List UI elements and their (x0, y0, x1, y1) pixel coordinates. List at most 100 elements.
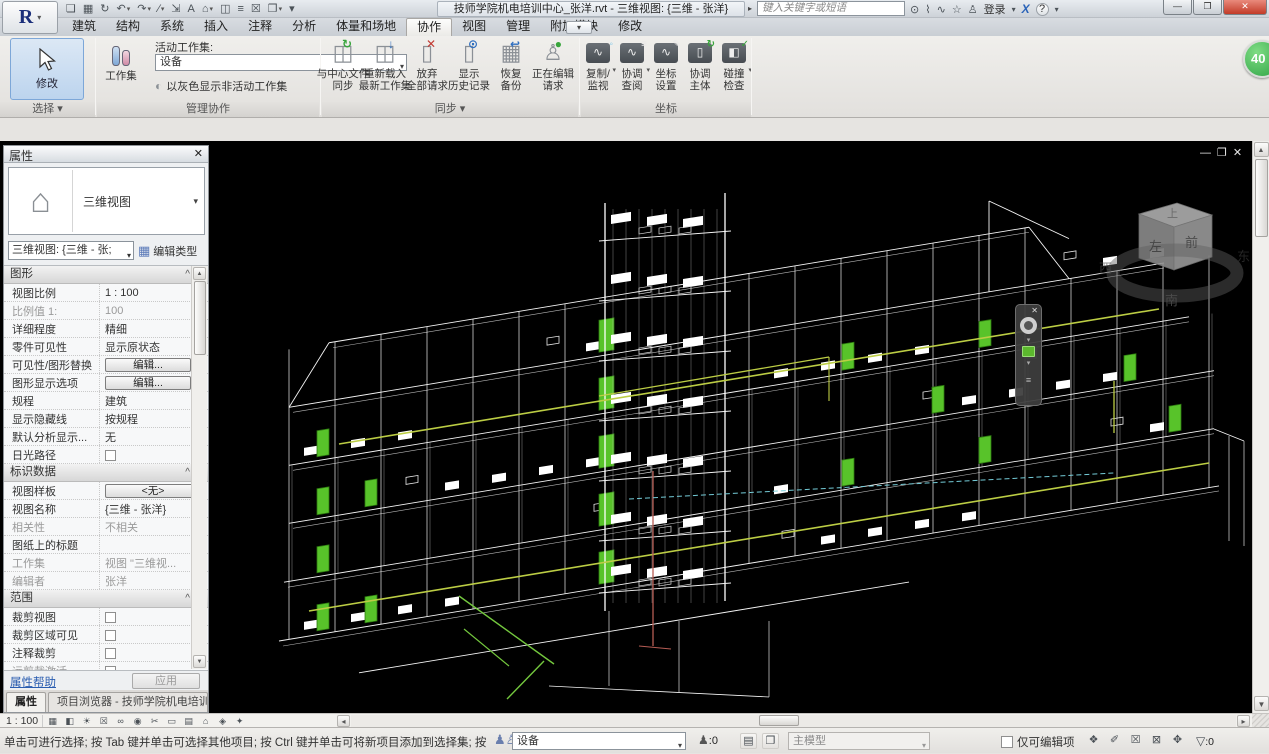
group-header-extents[interactable]: 范围^ (4, 590, 208, 608)
ribbon-tab[interactable]: 结构 (106, 18, 150, 36)
ribbon-display-toggle[interactable]: ▾ (566, 21, 592, 34)
close-hidden-windows-icon[interactable]: ☒ (249, 1, 263, 17)
navbar-menu-icon[interactable]: ≡ (1026, 375, 1031, 385)
worksets-button[interactable]: 工作集 (97, 36, 145, 83)
deselect-pinned-icon[interactable]: ⊠ (1148, 733, 1165, 749)
default-3d-view-icon[interactable]: ⌂▾ (200, 1, 215, 17)
zoom-tool-icon[interactable] (1022, 346, 1035, 357)
restore-backup-button[interactable]: ▦↩ 恢复 备份 (490, 36, 532, 92)
exchange-apps-icon[interactable]: X (1022, 2, 1030, 16)
thin-lines-icon[interactable]: ≡ (235, 1, 245, 17)
undo-icon[interactable]: ↶▾ (115, 1, 133, 17)
aligned-dimension-icon[interactable]: ⇲ (169, 1, 182, 17)
properties-header[interactable]: 属性 ✕ (4, 146, 208, 163)
infocenter-search-input[interactable]: 键入关键字或短语 (757, 1, 905, 16)
coordination-review-button[interactable]: ∿≡ 协调 查阅 ▾ (615, 36, 649, 92)
reveal-constraints-icon[interactable]: ◈ (215, 715, 230, 727)
gray-inactive-worksets-toggle[interactable]: ◐ 以灰色显示非活动工作集 (155, 78, 287, 94)
select-panel-label[interactable]: 选择 ▾ (0, 102, 95, 117)
measure-icon[interactable]: ∕▾ (156, 1, 166, 17)
property-edit-button[interactable]: 编辑... (105, 358, 191, 372)
ribbon-tab[interactable]: 视图 (452, 18, 496, 36)
deselect-links-icon[interactable]: ☒ (1127, 733, 1144, 749)
scroll-down-icon[interactable]: ▼ (1254, 696, 1269, 711)
ribbon-tab[interactable]: 插入 (194, 18, 238, 36)
application-menu-button[interactable]: R ▾ (2, 1, 58, 34)
show-crop-region-icon[interactable]: ▭ (164, 715, 179, 727)
search-icon[interactable]: ⊙ (910, 3, 919, 16)
switch-windows-icon[interactable]: ❐▾ (266, 1, 284, 17)
manage-collaboration-panel-label[interactable]: 管理协作 (97, 102, 319, 117)
favorites-icon[interactable]: ☆ (952, 3, 962, 16)
scroll-down-icon[interactable]: ▼ (193, 655, 206, 668)
copy-monitor-button[interactable]: ∿◦ 复制/ 监视 ▾ (581, 36, 615, 92)
minimize-button[interactable]: — (1163, 0, 1192, 15)
vertical-scrollbar[interactable]: ▲ ▼ (1252, 141, 1269, 713)
editable-only-toggle[interactable]: 仅可编辑项 (1001, 734, 1075, 750)
reload-latest-button[interactable]: ◫↓ 重新载入 最新工作集 (364, 36, 406, 92)
property-edit-button[interactable]: <无> (105, 484, 201, 498)
crop-view-icon[interactable]: ✂ (147, 715, 162, 727)
type-selector[interactable]: ⌂ 三维视图 ▾ (8, 167, 205, 235)
sync-with-central-button[interactable]: ◫↻ 与中心文件 同步 ▾ (322, 36, 364, 92)
communication-center-badge[interactable]: 40 (1243, 40, 1269, 78)
steering-wheel-icon[interactable] (1020, 317, 1037, 334)
synchronize-panel-label[interactable]: 同步 ▾ (322, 102, 578, 117)
signin-icon[interactable]: ♙ (968, 3, 978, 16)
open-file-icon[interactable]: ❏ (64, 1, 78, 17)
active-workset-status-select[interactable]: 设备 ▾ (512, 732, 686, 750)
selection-toggle-icon[interactable]: ✦ (232, 715, 247, 727)
reveal-hidden-elements-icon[interactable]: ◉ (130, 715, 145, 727)
press-drag-icon[interactable]: ❖ (1085, 733, 1102, 749)
ribbon-tab[interactable]: 系统 (150, 18, 194, 36)
sync-central-icon[interactable]: ↻ (98, 1, 111, 17)
model-canvas[interactable]: 前左上南西东 (209, 141, 1252, 713)
coordinate-panel-label[interactable]: 坐标 (581, 102, 751, 117)
view-close-icon[interactable]: ✕ (1233, 147, 1248, 159)
scroll-up-icon[interactable]: ▲ (1254, 142, 1269, 157)
view-minimize-icon[interactable]: — (1200, 147, 1217, 159)
palette-tab[interactable]: 属性 (6, 692, 46, 712)
detail-level-icon[interactable]: ▦ (45, 715, 60, 727)
clasp-icon[interactable]: ⌇ (925, 3, 930, 16)
resize-grip[interactable] (1252, 714, 1269, 728)
ribbon-tab[interactable]: 修改 (608, 18, 652, 36)
signin-button[interactable]: 登录 (984, 1, 1006, 17)
maximize-button[interactable]: ❐ (1193, 0, 1222, 15)
scroll-left-icon[interactable]: ◂ (337, 715, 350, 727)
worksets-dialog-icon[interactable]: ▤ (740, 733, 757, 749)
apply-button[interactable]: 应用 (132, 673, 200, 689)
scroll-up-icon[interactable]: ▲ (193, 267, 206, 280)
palette-tab[interactable]: 项目浏览器 - 技师学院机电培训... (48, 692, 208, 712)
ribbon-tab[interactable]: 建筑 (62, 18, 106, 36)
interference-check-button[interactable]: ◧✓ 碰撞 检查 ▾ (717, 36, 751, 92)
help-caret-icon[interactable]: ▾ (1055, 5, 1059, 14)
properties-close-icon[interactable]: ✕ (194, 147, 203, 160)
temporary-view-properties-icon[interactable]: ⌂ (198, 715, 213, 727)
ribbon-tab[interactable]: 注释 (238, 18, 282, 36)
property-checkbox[interactable] (105, 450, 116, 461)
editing-requests-status[interactable]: ♟:0 (698, 733, 718, 747)
coordination-host-button[interactable]: ▯↻ 协调 主体 (683, 36, 717, 92)
chevron-down-icon[interactable]: ▾ (1027, 336, 1031, 344)
design-options-icon[interactable]: ❐ (762, 733, 779, 749)
shadows-icon[interactable]: ☒ (96, 715, 111, 727)
section-icon[interactable]: ◫ (218, 1, 232, 17)
selection-filter-status[interactable]: ▽:0 (1196, 734, 1214, 748)
group-header-identity[interactable]: 标识数据^ (4, 464, 208, 482)
property-edit-button[interactable]: 编辑... (105, 376, 191, 390)
visual-style-icon[interactable]: ◧ (62, 715, 77, 727)
ribbon-tab[interactable]: 管理 (496, 18, 540, 36)
title-expand-icon[interactable]: ▸ (748, 4, 752, 13)
show-history-button[interactable]: ▯⊙ 显示 历史记录 (448, 36, 490, 92)
text-icon[interactable]: A (186, 1, 197, 17)
ribbon-tab[interactable]: 分析 (282, 18, 326, 36)
property-checkbox[interactable] (105, 630, 116, 641)
properties-scrollbar[interactable]: ▲ ▼ (191, 266, 207, 669)
design-option-select[interactable]: 主模型 ▾ (788, 732, 930, 750)
ribbon-tab[interactable]: 协作 (406, 18, 452, 36)
save-icon[interactable]: ▦ (81, 1, 95, 17)
worksharing-display-icon[interactable]: ▤ (181, 715, 196, 727)
customize-qat-icon[interactable]: ▾ (287, 1, 297, 17)
signin-caret-icon[interactable]: ▾ (1012, 5, 1016, 14)
